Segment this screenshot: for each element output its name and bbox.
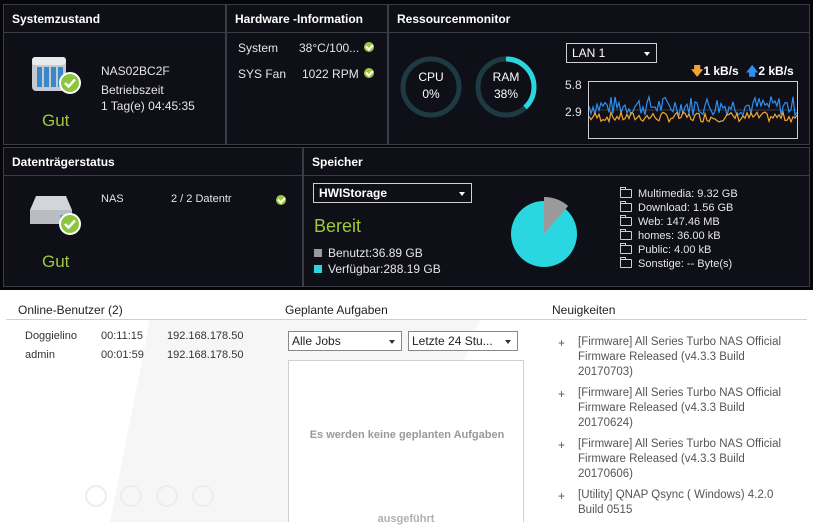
- panel-title: Hardware -Information: [227, 5, 387, 33]
- hw-value-system: 38°C/100...: [299, 41, 360, 55]
- user-name: Doggielino: [25, 330, 77, 342]
- folder-list: Multimedia: 9.32 GB Download: 1.56 GB We…: [620, 187, 738, 271]
- panel-title: Datenträgerstatus: [4, 148, 302, 176]
- jobs-filter-select[interactable]: Alle Jobs: [288, 331, 402, 351]
- device-name: NAS02BC2F: [101, 64, 170, 78]
- hw-label-system: System: [238, 41, 279, 55]
- folder-item: Multimedia: 9.32 GB: [620, 187, 738, 201]
- user-ip: 192.168.178.50: [167, 349, 244, 361]
- expand-plus-icon[interactable]: +: [558, 489, 565, 503]
- check-icon: [364, 42, 374, 52]
- network-traffic-graph: [588, 81, 798, 139]
- legend-swatch-used: [314, 249, 322, 257]
- legend-swatch-free: [314, 265, 322, 273]
- chevron-down-icon: [389, 340, 395, 344]
- empty-message: Es werden keine geplanten Aufgaben: [309, 429, 505, 441]
- uptime-label: Betriebszeit: [101, 83, 164, 97]
- folder-icon: [620, 187, 632, 198]
- folder-icon: [620, 201, 632, 212]
- news-item[interactable]: [Firmware] All Series Turbo NAS Official…: [578, 386, 788, 431]
- hw-value-fan: 1022 RPM: [302, 67, 359, 81]
- user-time: 00:11:15: [101, 330, 144, 342]
- news-item[interactable]: [Firmware] All Series Turbo NAS Official…: [578, 437, 788, 482]
- ram-value: 38%: [493, 87, 519, 101]
- disk-count: 2 / 2 Datentr: [171, 193, 232, 205]
- folder-icon: [620, 215, 632, 226]
- folder-item: Public: 4.00 kB: [620, 243, 738, 257]
- disk-status: Gut: [42, 252, 70, 271]
- panel-hardware: Hardware -Information System 38°C/100...…: [226, 4, 388, 145]
- folder-item: Web: 147.46 MB: [620, 215, 738, 229]
- scheduled-tasks-title: Geplante Aufgaben: [285, 303, 388, 317]
- storage-pie-chart: [511, 197, 577, 267]
- system-status: Gut: [42, 111, 70, 130]
- user-time: 00:01:59: [101, 349, 144, 361]
- panel-title: Speicher: [304, 148, 809, 176]
- chevron-down-icon: [644, 52, 650, 56]
- panel-systemzustand: Systemzustand NAS02BC2F Betriebszeit 1 T…: [3, 4, 226, 145]
- period-filter-select[interactable]: Letzte 24 Stu...: [408, 331, 518, 351]
- online-users-title: Online-Benutzer (2): [18, 303, 123, 317]
- panel-ressourcenmonitor: Ressourcenmonitor CPU 0% RAM 38% LAN 1 🡇…: [388, 4, 810, 145]
- expand-plus-icon[interactable]: +: [558, 438, 565, 452]
- scheduled-tasks-box: Es werden keine geplanten Aufgaben: [288, 360, 524, 522]
- chevron-down-icon: [459, 192, 465, 196]
- arrow-down-icon: 🡇: [691, 64, 704, 78]
- panel-title: Ressourcenmonitor: [389, 5, 809, 33]
- user-ip: 192.168.178.50: [167, 330, 244, 342]
- storage-free: Verfügbar:288.19 GB: [314, 262, 441, 276]
- graph-y-mid: 2.9: [565, 105, 582, 119]
- news-item[interactable]: [Utility] QNAP Qsync ( Windows) 4.2.0 Bu…: [578, 488, 788, 522]
- lan-select[interactable]: LAN 1: [566, 43, 657, 63]
- jobs-filter-value: Alle Jobs: [292, 334, 341, 348]
- chevron-down-icon: [505, 340, 511, 344]
- folder-icon: [620, 243, 632, 254]
- folder-icon: [620, 257, 632, 268]
- user-name: admin: [25, 349, 55, 361]
- ram-label: RAM: [492, 70, 520, 84]
- lan-select-value: LAN 1: [572, 46, 606, 60]
- panel-title: Systemzustand: [4, 5, 225, 33]
- expand-plus-icon[interactable]: +: [558, 336, 565, 350]
- check-icon: [276, 195, 286, 205]
- folder-item: homes: 36.00 kB: [620, 229, 738, 243]
- nas-device-icon: [32, 57, 81, 94]
- panel-datentraegerstatus: Datenträgerstatus NAS 2 / 2 Datentr Gut: [3, 147, 303, 287]
- news-item[interactable]: [Firmware] All Series Turbo NAS Official…: [578, 335, 788, 380]
- panel-speicher: Speicher HWIStorage Bereit Benutzt:36.89…: [303, 147, 810, 287]
- upload-rate: 🡇1 kB/s: [691, 64, 739, 78]
- folder-item: Sonstige: -- Byte(s): [620, 257, 738, 271]
- expand-plus-icon[interactable]: +: [558, 387, 565, 401]
- disk-name: NAS: [101, 193, 124, 205]
- graph-y-max: 5.8: [565, 78, 582, 92]
- hw-label-fan: SYS Fan: [238, 67, 287, 81]
- folder-item: Download: 1.56 GB: [620, 201, 738, 215]
- period-filter-value: Letzte 24 Stu...: [412, 334, 493, 348]
- news-title: Neuigkeiten: [552, 303, 616, 317]
- storage-used: Benutzt:36.89 GB: [314, 246, 423, 260]
- empty-message-cont: ausgeführt: [377, 513, 435, 525]
- hard-disk-icon: [30, 196, 81, 235]
- section-divider: [6, 319, 807, 320]
- uptime-value: 1 Tag(e) 04:45:35: [101, 99, 195, 113]
- storage-pool-select[interactable]: HWIStorage: [313, 183, 472, 203]
- cpu-value: 0%: [422, 87, 440, 101]
- check-icon: [364, 68, 374, 78]
- folder-icon: [620, 229, 632, 240]
- storage-pool-value: HWIStorage: [319, 186, 388, 200]
- arrow-up-icon: 🡅: [746, 64, 759, 78]
- storage-state: Bereit: [314, 216, 362, 236]
- download-rate: 🡅2 kB/s: [746, 64, 794, 78]
- cpu-label: CPU: [418, 70, 444, 84]
